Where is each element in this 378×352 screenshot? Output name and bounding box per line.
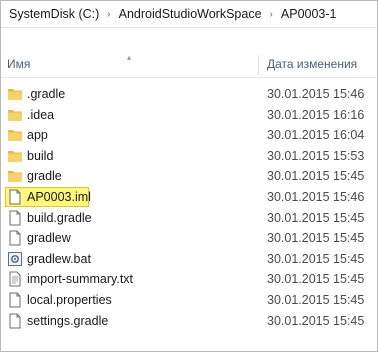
file-name: gradlew.bat [27,251,91,266]
text-file-icon [7,271,23,287]
folder-icon [7,168,23,184]
file-name: import-summary.txt [27,272,134,287]
file-name: local.properties [27,292,112,307]
file-row[interactable]: settings.gradle 30.01.2015 15:45 [1,311,377,332]
file-date: 30.01.2015 15:46 [267,189,365,204]
file-row[interactable]: AP0003.iml 30.01.2015 15:46 [1,186,377,208]
file-icon [7,313,23,329]
file-row[interactable]: .idea 30.01.2015 16:16 [1,105,377,126]
file-row[interactable]: local.properties 30.01.2015 15:45 [1,290,377,311]
folder-icon [7,148,23,164]
breadcrumb-item-workspace[interactable]: AndroidStudioWorkSpace [117,7,264,21]
file-row[interactable]: gradlew 30.01.2015 15:45 [1,228,377,249]
file-row[interactable]: .gradle 30.01.2015 15:46 [1,84,377,105]
file-date: 30.01.2015 15:45 [267,272,365,287]
column-header-date[interactable]: Дата изменения [267,57,357,71]
file-date: 30.01.2015 15:46 [267,87,365,101]
batch-file-icon [7,251,23,267]
file-row[interactable]: app 30.01.2015 16:04 [1,125,377,146]
file-name: build.gradle [27,210,92,225]
file-date: 30.01.2015 15:45 [267,251,365,266]
file-icon [7,210,23,226]
file-row[interactable]: gradle 30.01.2015 15:45 [1,166,377,187]
file-row[interactable]: gradlew.bat 30.01.2015 15:45 [1,249,377,270]
file-date: 30.01.2015 15:45 [267,169,365,184]
breadcrumb-separator-icon[interactable]: › [264,9,279,20]
file-name: settings.gradle [27,313,109,328]
folder-icon [7,86,23,102]
file-name: gradle [27,169,62,184]
file-date: 30.01.2015 15:53 [267,148,365,163]
file-row[interactable]: build.gradle 30.01.2015 15:45 [1,208,377,229]
file-list: .gradle 30.01.2015 15:46 .idea 30.01.201… [1,84,377,331]
file-date: 30.01.2015 15:45 [267,313,365,328]
file-icon [7,230,23,246]
file-row[interactable]: build 30.01.2015 15:53 [1,146,377,167]
file-name: .gradle [27,87,66,101]
file-name: AP0003.iml [27,189,91,204]
file-icon [7,189,23,205]
file-date: 30.01.2015 16:16 [267,107,365,122]
file-date: 30.01.2015 15:45 [267,231,365,246]
file-name: build [27,148,54,163]
file-row[interactable]: import-summary.txt 30.01.2015 15:45 [1,269,377,290]
breadcrumb: SystemDisk (C:) › AndroidStudioWorkSpace… [1,1,377,28]
folder-icon [7,127,23,143]
file-name: .idea [27,107,55,122]
folder-icon [7,107,23,123]
column-divider[interactable] [258,55,259,75]
file-icon [7,292,23,308]
file-name: gradlew [27,231,71,246]
breadcrumb-separator-icon[interactable]: › [101,9,116,20]
file-date: 30.01.2015 15:45 [267,292,365,307]
file-date: 30.01.2015 15:45 [267,210,365,225]
explorer-window: SystemDisk (C:) › AndroidStudioWorkSpace… [0,0,378,352]
column-header-name[interactable]: Имя [7,57,30,71]
breadcrumb-item-disk[interactable]: SystemDisk (C:) [7,7,101,21]
file-name: app [27,128,48,143]
sort-ascending-icon: ▴ [127,53,132,62]
breadcrumb-item-project[interactable]: AP0003-1 [279,7,339,21]
file-date: 30.01.2015 16:04 [267,128,365,143]
column-header: Имя ▴ Дата изменения [1,53,377,78]
